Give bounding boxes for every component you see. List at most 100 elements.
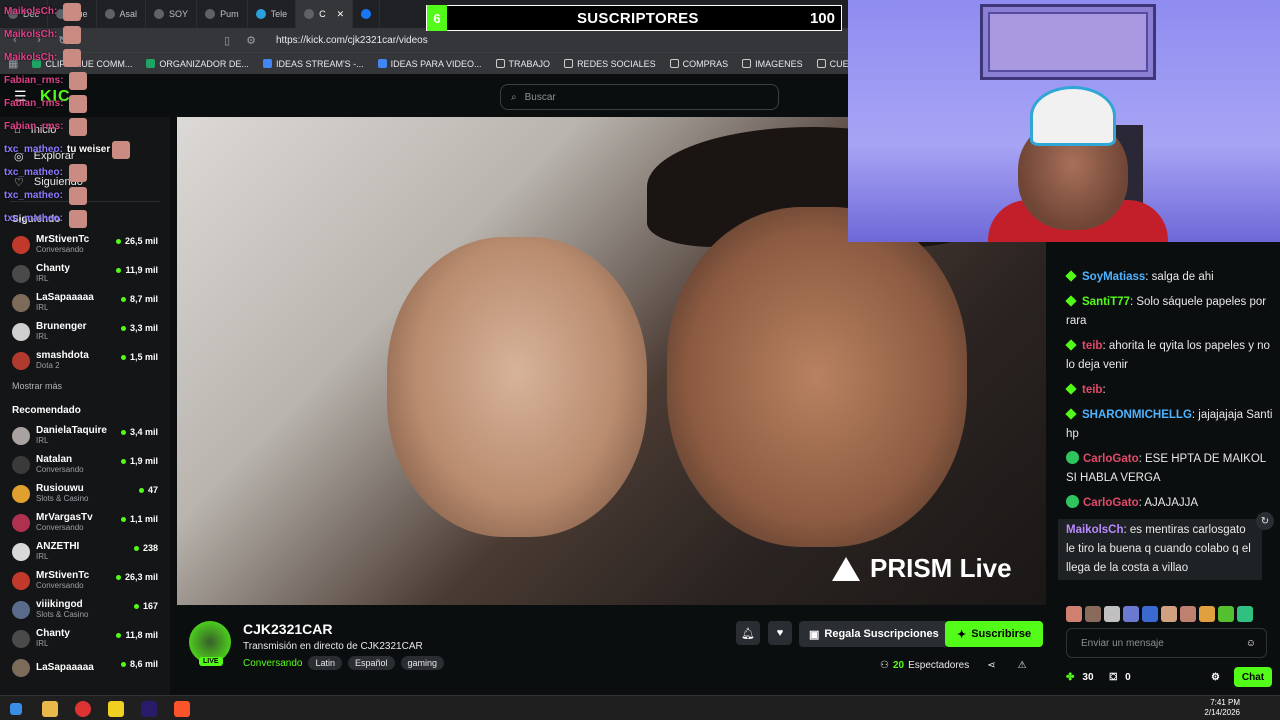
follow-heart-icon[interactable]: ♥ xyxy=(768,621,792,645)
scroll-to-bottom-icon[interactable]: ↻ xyxy=(1256,512,1274,530)
brave-browser-icon[interactable] xyxy=(174,701,190,717)
subscribe-button[interactable]: ✦ Suscribirse xyxy=(945,621,1044,647)
emote-icon[interactable] xyxy=(1237,606,1253,622)
url-field[interactable]: https://kick.com/cjk2321car/videos xyxy=(276,35,428,46)
channel-name: Chanty xyxy=(36,628,70,639)
emote-row xyxy=(1066,606,1253,622)
subs-goal: 100 xyxy=(809,9,835,27)
channel-row[interactable]: Chanty IRL 11,8 mil xyxy=(0,624,170,653)
channel-category: IRL xyxy=(36,552,49,561)
emote-icon[interactable] xyxy=(1161,606,1177,622)
overlay-chat-user: txc_matheo: xyxy=(4,190,63,201)
windows-taskbar: 7:41 PM 2/14/2026 xyxy=(0,695,1280,720)
emote-icon[interactable] xyxy=(1085,606,1101,622)
obs-icon[interactable] xyxy=(75,701,91,717)
channel-row[interactable]: viiikingod Slots & Casino 167 xyxy=(0,595,170,624)
channel-avatar xyxy=(12,455,30,474)
emote-icon xyxy=(112,140,131,159)
points-count[interactable]: 30 xyxy=(1082,672,1093,683)
live-dot-icon xyxy=(120,429,126,435)
channel-row[interactable]: Rusiouwu Slots & Casino 47 xyxy=(0,479,170,508)
gifts-count[interactable]: 0 xyxy=(1125,672,1131,683)
viewer-count-value: 1,5 mil xyxy=(129,352,158,362)
tag-chip[interactable]: gaming xyxy=(400,656,445,670)
chat-username[interactable]: teib xyxy=(1082,340,1102,352)
report-icon[interactable]: ⚠ xyxy=(1018,660,1027,671)
bookmark-folder[interactable]: COMPRAS xyxy=(669,59,728,69)
bookmark-icon[interactable]: ▯ xyxy=(220,34,234,47)
viewer-count: ⚇ 20 Espectadores ⋖ ⚠ xyxy=(880,660,1027,671)
channel-row[interactable]: Chanty IRL 11,9 mil xyxy=(0,259,170,288)
emote-icon[interactable] xyxy=(1218,606,1234,622)
chat-username[interactable]: SHARONMICHELLG xyxy=(1082,409,1192,421)
channel-row[interactable]: MrStivenTc Conversando 26,5 mil xyxy=(0,230,170,259)
channel-name[interactable]: CJK2321CAR xyxy=(243,621,332,637)
notification-bell-icon[interactable]: 🔔︎ xyxy=(736,621,760,645)
channel-row[interactable]: smashdota Dota 2 1,5 mil xyxy=(0,346,170,375)
following-list: MrStivenTc Conversando 26,5 mil Chanty IRL 11… xyxy=(0,230,170,375)
browser-tab[interactable]: Pum xyxy=(197,0,248,28)
bookmark-folder[interactable]: CUENTAS xyxy=(816,59,848,69)
browser-tab-active[interactable]: C ✕ xyxy=(296,0,354,28)
chat-username[interactable]: MaikolsCh xyxy=(1066,524,1124,536)
emote-icon[interactable] xyxy=(1199,606,1215,622)
viewer-count-value: 8,6 mil xyxy=(129,659,158,669)
chat-username[interactable]: CarloGato xyxy=(1083,453,1139,465)
viewer-count-value: 8,7 mil xyxy=(129,294,158,304)
system-clock[interactable]: 7:41 PM 2/14/2026 xyxy=(1204,698,1240,718)
bookmark-folder[interactable]: TRABAJO xyxy=(495,59,550,69)
chat-message: SantiT77: Solo sáquele papeles por rara xyxy=(1058,293,1280,331)
emote-icon[interactable] xyxy=(1104,606,1120,622)
premiere-icon[interactable] xyxy=(141,701,157,717)
file-explorer-icon[interactable] xyxy=(42,701,58,717)
verified-badge-icon xyxy=(1066,451,1079,464)
emote-icon[interactable] xyxy=(1180,606,1196,622)
category-link[interactable]: Conversando xyxy=(243,658,302,669)
emote-icon[interactable] xyxy=(1123,606,1139,622)
channel-avatar xyxy=(12,658,30,677)
browser-tab[interactable]: Tele xyxy=(248,0,297,28)
emoji-icon[interactable]: ☺ xyxy=(1246,638,1256,649)
chat-send-button[interactable]: Chat xyxy=(1234,667,1272,687)
emote-icon xyxy=(63,48,82,67)
emote-icon[interactable] xyxy=(1142,606,1158,622)
viewer-count: 11,8 mil xyxy=(116,630,158,640)
notes-icon[interactable] xyxy=(108,701,124,717)
channel-row[interactable]: ANZETHI IRL 238 xyxy=(0,537,170,566)
search-input[interactable]: ⌕ Buscar xyxy=(500,84,779,110)
share-icon[interactable]: ⋖ xyxy=(987,660,995,671)
chat-username[interactable]: SantiT77 xyxy=(1082,296,1130,308)
close-tab-icon[interactable]: ✕ xyxy=(337,9,345,20)
chat-username[interactable]: CarloGato xyxy=(1083,497,1139,509)
channel-row[interactable]: Brunenger IRL 3,3 mil xyxy=(0,317,170,346)
windows-start-icon[interactable] xyxy=(10,703,22,715)
tag-chip[interactable]: Español xyxy=(348,656,395,670)
gift-subs-button[interactable]: ▣ Regala Suscripciones xyxy=(799,621,949,647)
bookmark-folder[interactable]: IMAGENES xyxy=(742,59,803,69)
emote-icon[interactable] xyxy=(1066,606,1082,622)
viewer-count: 1,5 mil xyxy=(120,352,158,362)
channel-row[interactable]: MrVargasTv Conversando 1,1 mil xyxy=(0,508,170,537)
overlay-chat-text: tu weiser xyxy=(66,144,111,155)
bookmark-item[interactable]: IDEAS STREAM'S -... xyxy=(262,59,364,69)
chat-username[interactable]: teib xyxy=(1082,384,1102,396)
browser-tab[interactable] xyxy=(353,0,381,28)
folder-icon xyxy=(495,59,505,68)
viewer-count-value: 47 xyxy=(147,485,158,495)
channel-row[interactable]: Natalan Conversando 1,9 mil xyxy=(0,450,170,479)
bookmark-item[interactable]: IDEAS PARA VIDEO... xyxy=(377,59,482,69)
chat-username[interactable]: SoyMatiass xyxy=(1082,271,1145,283)
channel-row[interactable]: DanielaTaquire IRL 3,4 mil xyxy=(0,421,170,450)
channel-name: MrStivenTc xyxy=(36,570,90,581)
overlay-chat-line: Fabian_rms: xyxy=(4,115,174,138)
channel-row[interactable]: MrStivenTc Conversando 26,3 mil xyxy=(0,566,170,595)
folder-icon xyxy=(564,59,574,68)
site-settings-icon[interactable]: ⚙ xyxy=(244,34,258,47)
chat-message-input[interactable]: Enviar un mensaje ☺ xyxy=(1066,628,1267,658)
channel-row[interactable]: LaSapaaaaa 8,6 mil xyxy=(0,653,170,682)
chat-settings-icon[interactable]: ⚙ xyxy=(1211,672,1220,683)
channel-row[interactable]: LaSapaaaaa IRL 8,7 mil xyxy=(0,288,170,317)
bookmark-folder[interactable]: REDES SOCIALES xyxy=(564,59,656,69)
show-more-link[interactable]: Mostrar más xyxy=(0,375,170,397)
tag-chip[interactable]: Latin xyxy=(308,656,343,670)
